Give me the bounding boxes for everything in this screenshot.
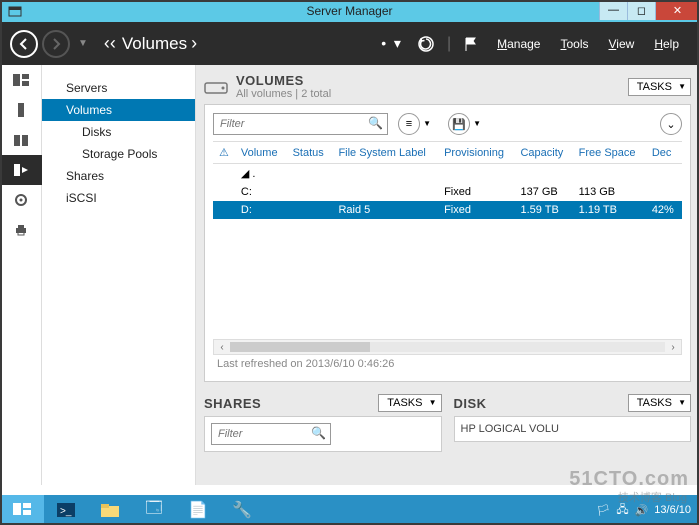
volumes-subtitle: All volumes | 2 total <box>236 88 331 100</box>
volumes-title: VOLUMES <box>236 73 331 88</box>
sidenav-shares[interactable]: Shares <box>42 165 195 187</box>
separator: | <box>447 35 451 53</box>
shares-title: SHARES <box>204 396 261 411</box>
menu-view[interactable]: View <box>609 37 635 51</box>
group-toggle-icon[interactable]: ◢ <box>241 168 249 180</box>
table-row[interactable]: C: Fixed 137 GB 113 GB <box>213 183 682 201</box>
print-icon[interactable] <box>0 215 42 245</box>
scroll-left-icon[interactable]: ‹ <box>214 342 230 353</box>
shares-tasks-button[interactable]: TASKS <box>378 394 441 412</box>
breadcrumb-caret: › <box>191 33 197 54</box>
services-icon[interactable] <box>0 185 42 215</box>
left-icon-strip <box>0 65 42 485</box>
volumes-section: VOLUMES All volumes | 2 total TASKS 🔍 ≡▼… <box>204 73 691 382</box>
disk-tasks-button[interactable]: TASKS <box>628 394 691 412</box>
disk-title: DISK <box>454 396 487 411</box>
sidenav-storage-pools[interactable]: Storage Pools <box>42 143 195 165</box>
col-status[interactable]: Status <box>287 142 333 164</box>
volumes-icon <box>204 78 228 96</box>
expand-button[interactable]: ⌄ <box>660 113 682 135</box>
col-provisioning[interactable]: Provisioning <box>438 142 514 164</box>
app-icon <box>4 0 26 22</box>
menu-manage[interactable]: Manage <box>497 37 540 51</box>
volumes-filterbar: 🔍 ≡▼ 💾▼ ⌄ <box>213 113 682 135</box>
col-volume[interactable]: Volume <box>235 142 287 164</box>
history-dropdown[interactable]: ▼ <box>78 38 88 49</box>
task-explorer[interactable] <box>88 495 132 525</box>
window-title: Server Manager <box>306 4 392 18</box>
sidenav-iscsi[interactable]: iSCSI <box>42 187 195 209</box>
close-button[interactable]: ✕ <box>655 0 699 20</box>
dashboard-icon[interactable] <box>0 65 42 95</box>
last-refreshed: Last refreshed on 2013/6/10 0:46:26 <box>213 355 682 373</box>
shares-section: SHARES TASKS 🔍 <box>204 394 442 452</box>
local-server-icon[interactable] <box>0 95 42 125</box>
menu-help[interactable]: Help <box>654 37 679 51</box>
col-dedup[interactable]: Dec <box>646 142 682 164</box>
col-capacity[interactable]: Capacity <box>514 142 572 164</box>
breadcrumb[interactable]: Volumes <box>122 34 187 54</box>
main-content: VOLUMES All volumes | 2 total TASKS 🔍 ≡▼… <box>196 65 699 485</box>
search-icon[interactable]: 🔍 <box>311 426 326 440</box>
tray-sound-icon[interactable]: 🔊 <box>635 504 649 517</box>
scroll-right-icon[interactable]: › <box>665 342 681 353</box>
svg-text:>_: >_ <box>60 506 72 517</box>
save-query-button[interactable]: 💾▼ <box>448 113 470 135</box>
table-row[interactable]: D: Raid 5 Fixed 1.59 TB 1.19 TB 42% <box>213 201 682 219</box>
horizontal-scrollbar[interactable]: ‹ › <box>213 339 682 355</box>
system-tray: 🏳 🖧 🔊 13/6/10 <box>596 501 699 520</box>
volumes-tasks-button[interactable]: TASKS <box>628 78 691 96</box>
breadcrumb-dropdown-icon[interactable]: • ▾ <box>381 35 401 52</box>
sidenav-servers[interactable]: Servers <box>42 77 195 99</box>
task-app1[interactable]: 🗔 <box>132 495 176 525</box>
volumes-empty-area <box>213 219 682 339</box>
scroll-thumb[interactable] <box>230 342 370 352</box>
disk-name: HP LOGICAL VOLU <box>461 423 685 435</box>
col-freespace[interactable]: Free Space <box>573 142 646 164</box>
flag-icon[interactable] <box>463 36 479 52</box>
views-button[interactable]: ≡▼ <box>398 113 420 135</box>
col-warn[interactable]: ⚠ <box>213 142 235 164</box>
menu-tools[interactable]: Tools <box>560 37 588 51</box>
sidenav-volumes[interactable]: Volumes <box>42 99 195 121</box>
disk-section: DISK TASKS HP LOGICAL VOLU <box>454 394 692 452</box>
volumes-panel: 🔍 ≡▼ 💾▼ ⌄ ⚠ Volume Status File System La… <box>204 104 691 382</box>
volumes-table: ⚠ Volume Status File System Label Provis… <box>213 141 682 219</box>
bottom-row: SHARES TASKS 🔍 DISK TASKS HP LOGICAL VOL… <box>204 394 691 452</box>
titlebar: Server Manager — ◻ ✕ <box>0 0 699 22</box>
taskbar: >_ 🗔 📄 🔧 🏳 🖧 🔊 13/6/10 <box>0 495 699 525</box>
refresh-icon[interactable] <box>417 35 435 53</box>
tray-flag-icon[interactable]: 🏳 <box>596 504 610 517</box>
forward-button[interactable] <box>42 30 70 58</box>
sidenav: Servers Volumes Disks Storage Pools Shar… <box>42 65 196 485</box>
tray-date[interactable]: 13/6/10 <box>654 504 691 516</box>
task-app3[interactable]: 🔧 <box>220 495 264 525</box>
group-row[interactable]: ◢ . <box>213 164 682 184</box>
breadcrumb-prefix: ‹‹ <box>104 33 116 54</box>
search-icon[interactable]: 🔍 <box>368 116 383 130</box>
back-button[interactable] <box>10 30 38 58</box>
maximize-button[interactable]: ◻ <box>627 0 655 20</box>
tray-network-icon[interactable]: 🖧 <box>616 501 628 520</box>
all-servers-icon[interactable] <box>0 125 42 155</box>
volumes-filter-input[interactable] <box>213 113 388 135</box>
task-powershell[interactable]: >_ <box>44 495 88 525</box>
sidenav-disks[interactable]: Disks <box>42 121 195 143</box>
col-fslabel[interactable]: File System Label <box>332 142 438 164</box>
file-storage-icon[interactable] <box>0 155 42 185</box>
header-bar: ▼ ‹‹ Volumes › • ▾ | Manage Tools View H… <box>0 22 699 65</box>
task-server-manager[interactable] <box>0 495 44 525</box>
window-buttons: — ◻ ✕ <box>599 0 699 20</box>
task-app2[interactable]: 📄 <box>176 495 220 525</box>
minimize-button[interactable]: — <box>599 0 627 20</box>
